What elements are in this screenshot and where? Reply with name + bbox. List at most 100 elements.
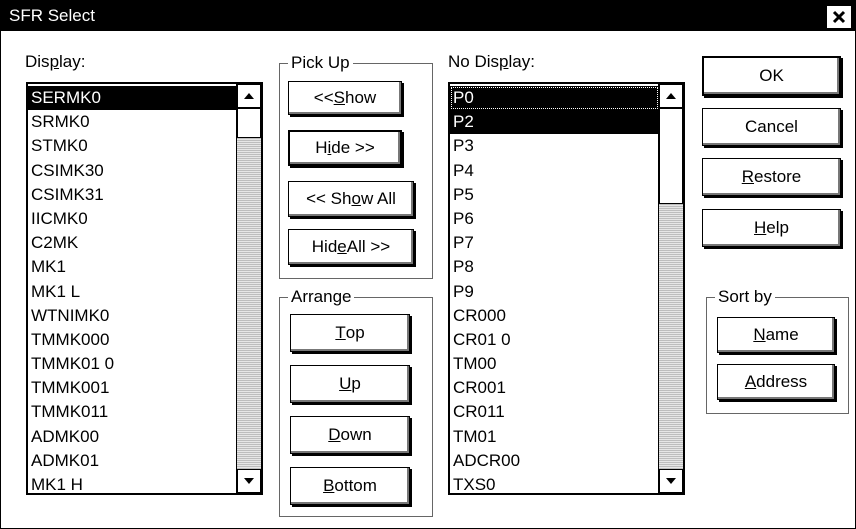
list-item[interactable]: P2 (450, 110, 659, 135)
button-mnemonic: A (744, 372, 757, 391)
button-mnemonic: e (337, 237, 347, 256)
list-item[interactable]: CR011 (450, 400, 659, 424)
arrow-down-icon (666, 478, 676, 484)
sort-name-button[interactable]: Name (717, 317, 835, 353)
button-mnemonic: N (753, 325, 766, 344)
cancel-button[interactable]: Cancel (702, 108, 841, 146)
sfr-select-dialog: SFR Select Display: SERMK0 SRMK0 STMK0 CSIM… (0, 0, 856, 529)
list-item[interactable]: CSIMK30 (28, 159, 237, 183)
list-item[interactable]: WTNIMK0 (28, 304, 237, 328)
down-button[interactable]: Down (290, 416, 410, 454)
list-item[interactable]: TM00 (450, 352, 659, 376)
close-button[interactable] (827, 6, 851, 28)
list-item[interactable]: STMK0 (28, 134, 237, 158)
button-label: p (351, 374, 361, 393)
list-item[interactable]: P6 (450, 207, 659, 231)
list-item[interactable]: CR001 (450, 376, 659, 400)
sort-address-button[interactable]: Address (717, 364, 835, 400)
button-label: All >> (346, 237, 391, 256)
button-mnemonic: H (754, 218, 767, 237)
display-label: Display: (25, 52, 86, 71)
button-label: w All (360, 189, 396, 208)
list-item[interactable]: CR01 0 (450, 328, 659, 352)
ok-button[interactable]: OK (702, 56, 841, 96)
list-item[interactable]: TMMK01 0 (28, 352, 237, 376)
restore-button[interactable]: Restore (702, 158, 841, 196)
window-title: SFR Select (9, 6, 95, 25)
button-label: how (345, 88, 377, 107)
button-label: op (345, 323, 365, 342)
button-label: Hid (311, 237, 338, 256)
hide-all-button[interactable]: Hid e All >> (288, 229, 414, 265)
list-item[interactable]: P4 (450, 159, 659, 183)
list-item[interactable]: CR000 (450, 304, 659, 328)
list-item[interactable]: CSIMK31 (28, 183, 237, 207)
show-button[interactable]: << Show (288, 81, 402, 115)
button-mnemonic: o (351, 189, 361, 208)
list-item[interactable]: TXS0 (450, 473, 659, 493)
button-label: own (340, 425, 372, 444)
help-button[interactable]: Help (702, 209, 841, 247)
list-item[interactable]: TMMK001 (28, 376, 237, 400)
no-display-scrollbar[interactable] (658, 84, 683, 493)
button-label: ddress (756, 372, 808, 391)
button-label: ame (765, 325, 799, 344)
list-item[interactable]: C2MK (28, 231, 237, 255)
list-item[interactable]: P5 (450, 183, 659, 207)
display-list-items: SERMK0 SRMK0 STMK0 CSIMK30 CSIMK31 IICMK0 C2MK… (28, 84, 237, 493)
show-all-button[interactable]: << Sh o w All (288, 181, 414, 217)
display-scrollbar[interactable] (236, 84, 261, 493)
arrow-down-icon (244, 478, 254, 484)
button-label: ottom (334, 476, 377, 495)
no-display-scroll-down-button[interactable] (659, 469, 683, 493)
display-scroll-up-button[interactable] (237, 84, 261, 108)
list-item[interactable]: MK1 H (28, 473, 237, 493)
sortby-legend: Sort by (715, 287, 775, 307)
display-scroll-down-button[interactable] (237, 469, 261, 493)
list-item[interactable]: P9 (450, 280, 659, 304)
top-button[interactable]: Top (290, 314, 410, 352)
button-label: H (315, 138, 328, 157)
list-item[interactable]: P0 (450, 86, 659, 111)
button-label: OK (759, 66, 784, 85)
button-label: << (313, 88, 334, 107)
list-item[interactable]: TMMK000 (28, 328, 237, 352)
pickup-legend: Pick Up (288, 53, 353, 73)
up-button[interactable]: Up (290, 365, 410, 403)
list-item[interactable]: P3 (450, 134, 659, 158)
list-item[interactable]: SERMK0 (28, 86, 237, 111)
list-item[interactable]: P8 (450, 255, 659, 279)
arrow-up-icon (244, 93, 254, 99)
display-listbox[interactable]: SERMK0 SRMK0 STMK0 CSIMK30 CSIMK31 IICMK0 C2MK… (26, 82, 263, 495)
button-label: estore (754, 167, 802, 186)
title-bar[interactable]: SFR Select (1, 1, 855, 31)
button-mnemonic: S (333, 88, 345, 107)
list-item[interactable]: ADCR00 (450, 449, 659, 473)
display-scroll-thumb[interactable] (237, 108, 261, 138)
list-item[interactable]: P7 (450, 231, 659, 255)
button-mnemonic: R (741, 167, 755, 186)
button-mnemonic: D (328, 425, 341, 444)
list-item[interactable]: SRMK0 (28, 110, 237, 134)
list-item[interactable]: ADMK00 (28, 425, 237, 449)
button-mnemonic: U (339, 374, 352, 393)
list-item[interactable]: TMMK011 (28, 400, 237, 424)
list-item[interactable]: MK1 L (28, 280, 237, 304)
button-label: elp (766, 218, 789, 237)
list-item[interactable]: IICMK0 (28, 207, 237, 231)
button-mnemonic: B (323, 476, 335, 495)
close-icon (832, 10, 846, 24)
bottom-button[interactable]: Bottom (290, 467, 410, 505)
arrow-up-icon (666, 93, 676, 99)
list-item[interactable]: ADMK01 (28, 449, 237, 473)
no-display-label: No Display: (448, 52, 535, 71)
list-item[interactable]: MK1 (28, 255, 237, 279)
button-label: de >> (331, 138, 375, 157)
hide-button[interactable]: Hi de >> (288, 130, 402, 166)
no-display-scroll-up-button[interactable] (659, 84, 683, 108)
no-display-scroll-thumb[interactable] (659, 108, 683, 204)
arrange-legend: Arrange (288, 287, 355, 307)
list-item[interactable]: TM01 (450, 425, 659, 449)
no-display-listbox[interactable]: P0 P2 P3 P4 P5 P6 P7 P8 P9 CR000 CR01 0 TM00 CR001 CR… (448, 82, 685, 495)
button-label: Cancel (745, 117, 798, 136)
